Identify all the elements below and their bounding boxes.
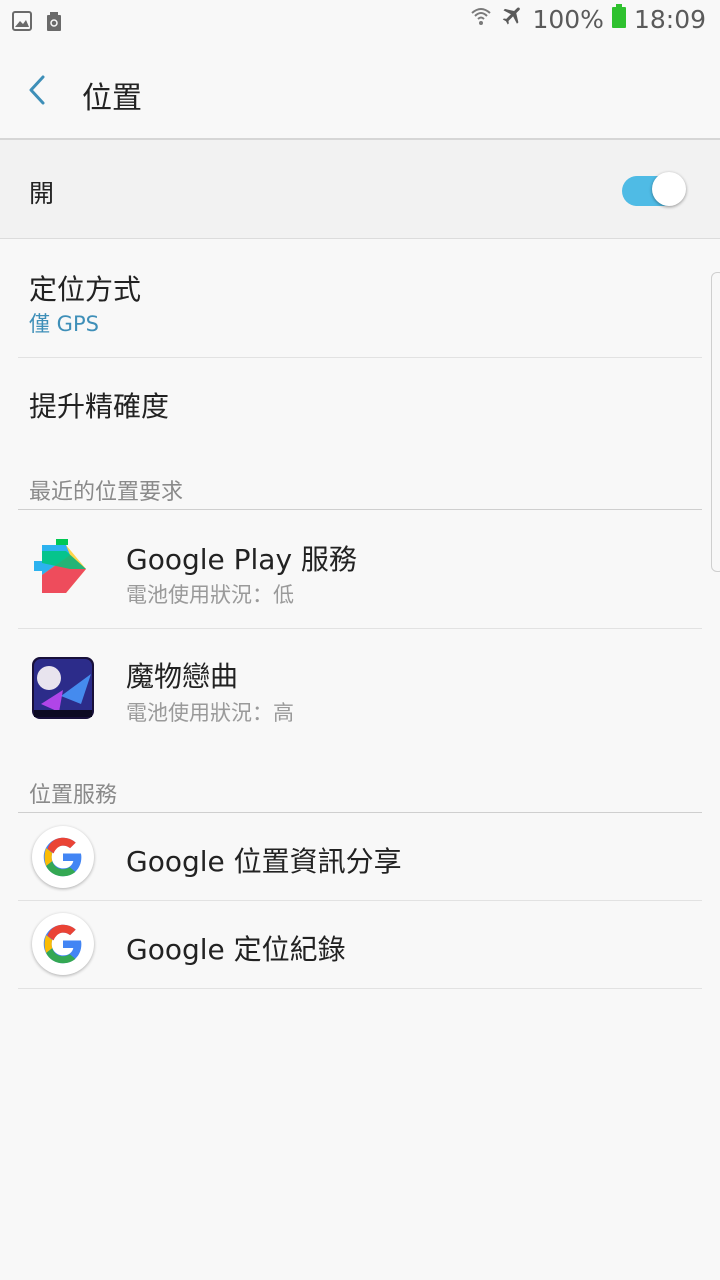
clock: 18:09	[633, 4, 706, 34]
app-name: Google Play 服務	[126, 543, 357, 576]
battery-usage: 電池使用狀況：低	[126, 583, 294, 607]
wifi-icon	[470, 5, 492, 33]
google-g-icon	[32, 913, 94, 975]
location-toggle[interactable]	[622, 172, 686, 206]
master-switch-label: 開	[29, 179, 55, 208]
page-title: 位置	[82, 81, 142, 116]
service-label: Google 定位紀錄	[126, 933, 346, 966]
scroll-indicator	[711, 272, 720, 572]
recent-app-google-play-services[interactable]: Google Play 服務 電池使用狀況：低	[18, 510, 702, 628]
service-label: Google 位置資訊分享	[126, 845, 402, 878]
locating-method-item[interactable]: 定位方式 僅 GPS	[18, 240, 702, 356]
toggle-knob	[652, 172, 686, 206]
battery-percentage: 100%	[532, 4, 604, 34]
location-services-header: 位置服務	[29, 783, 118, 808]
locating-method-value: 僅 GPS	[29, 312, 99, 336]
divider	[18, 988, 702, 989]
gallery-notification-icon	[12, 9, 32, 37]
airplane-mode-icon	[500, 4, 524, 34]
google-g-icon	[32, 826, 94, 888]
improve-accuracy-item[interactable]: 提升精確度	[18, 358, 702, 448]
game-app-icon	[32, 657, 94, 719]
recent-app-game[interactable]: 魔物戀曲 電池使用狀況：高	[18, 629, 702, 747]
app-name: 魔物戀曲	[126, 660, 239, 693]
google-location-sharing-item[interactable]: Google 位置資訊分享	[18, 813, 702, 900]
status-bar: 100% 18:09	[0, 0, 720, 40]
app-bar: 位置	[0, 40, 720, 140]
location-master-switch-row[interactable]: 開	[0, 140, 720, 239]
improve-accuracy-title: 提升精確度	[29, 390, 170, 423]
battery-usage: 電池使用狀況：高	[126, 701, 294, 725]
locating-method-title: 定位方式	[29, 273, 142, 306]
recycle-notification-icon	[46, 9, 62, 37]
battery-icon	[611, 4, 626, 34]
google-play-services-icon	[34, 539, 86, 593]
recent-requests-header: 最近的位置要求	[29, 480, 184, 505]
back-arrow-icon[interactable]	[26, 74, 48, 110]
google-location-history-item[interactable]: Google 定位紀錄	[18, 901, 702, 988]
